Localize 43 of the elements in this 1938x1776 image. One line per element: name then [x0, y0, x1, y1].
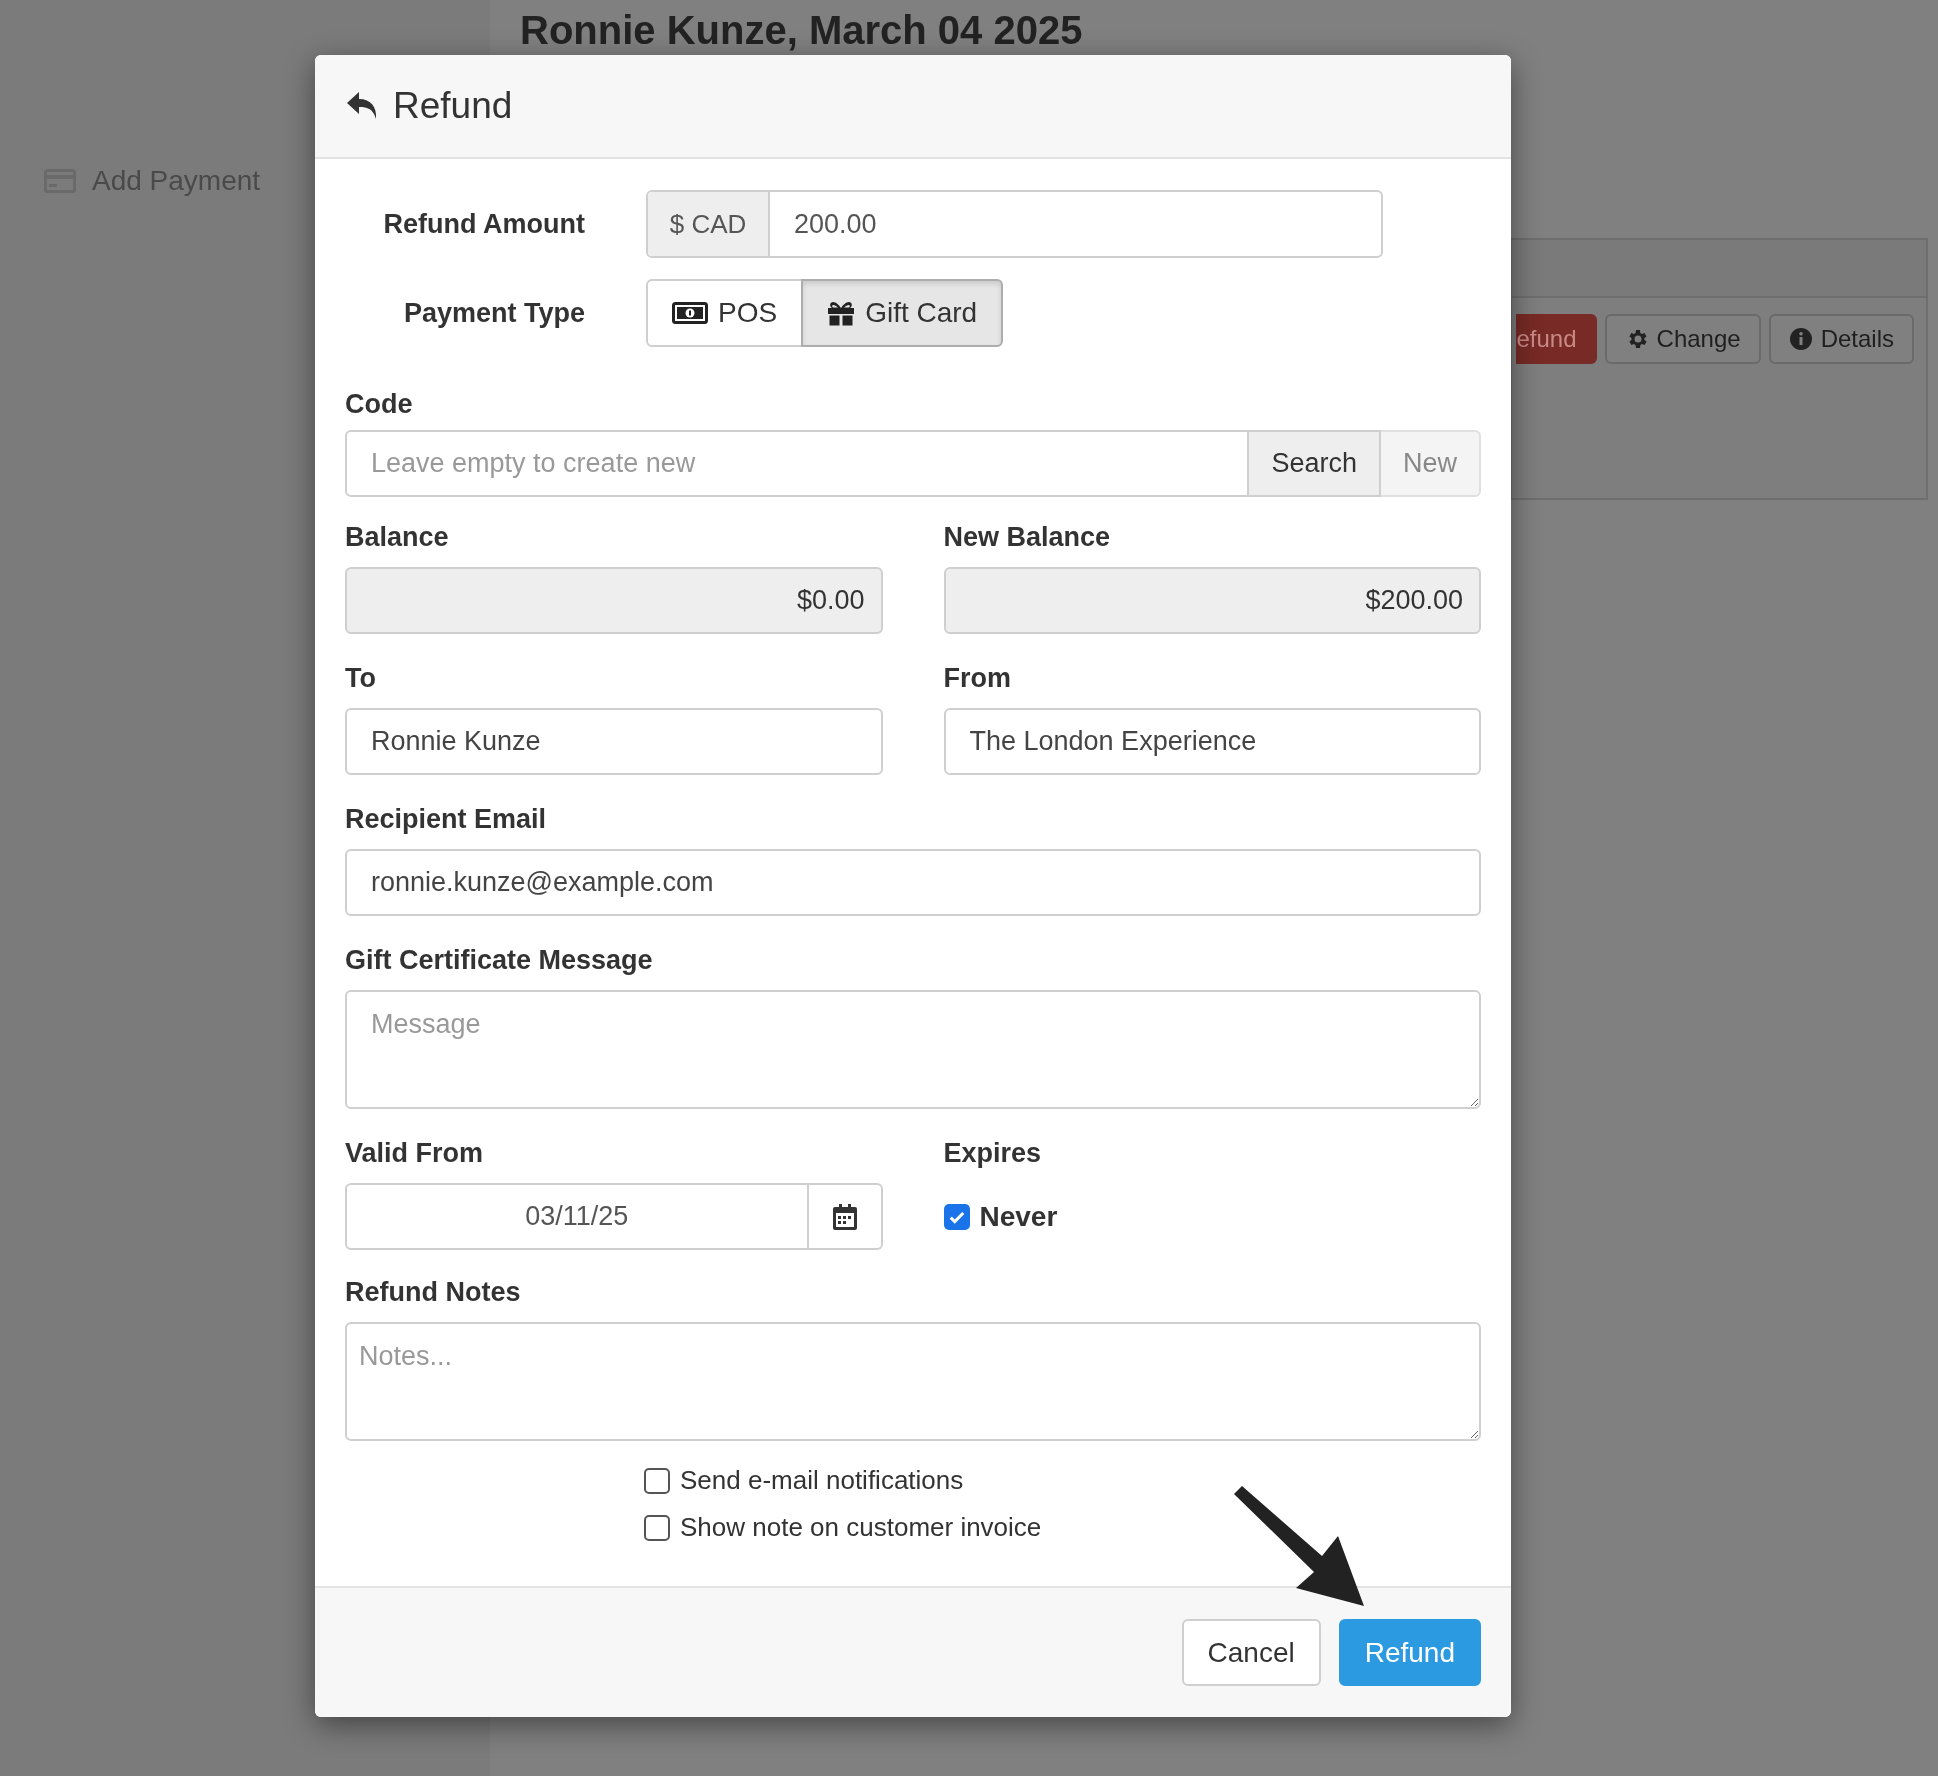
- readonly-field: $200.00: [943, 567, 1481, 634]
- refund-amount-input[interactable]: 200.00: [770, 192, 1381, 256]
- refund-amount-field[interactable]: $ CAD 200.00: [646, 190, 1383, 258]
- page-title: Ronnie Kunze, March 04 2025: [519, 7, 1083, 50]
- field-label: Payment Type: [403, 299, 585, 327]
- date-input[interactable]: 03/11/25: [345, 1183, 809, 1250]
- search-button[interactable]: Search: [1249, 430, 1381, 497]
- field-label: Code: [345, 391, 413, 418]
- currency-addon: $ CAD: [648, 192, 770, 256]
- field-label: Expires: [943, 1140, 1042, 1167]
- email-input[interactable]: ronnie.kunze@example.com: [345, 849, 1481, 916]
- field-label: Gift Certificate Message: [345, 947, 653, 974]
- field-label: From: [943, 665, 1011, 692]
- readonly-field: $0.00: [345, 567, 883, 634]
- to-input[interactable]: Ronnie Kunze: [345, 708, 883, 775]
- field-label: Refund Amount: [383, 210, 585, 238]
- payment-type-option[interactable]: Gift Card: [801, 279, 1004, 347]
- notes-textarea[interactable]: Notes...: [345, 1322, 1481, 1441]
- cancel-button[interactable]: Cancel: [1181, 1619, 1321, 1686]
- checkbox[interactable]: [644, 1467, 670, 1494]
- dialog-title: Refund: [393, 84, 513, 129]
- payment-type-option[interactable]: POS: [646, 279, 804, 347]
- gift-icon: [827, 300, 856, 326]
- field-label: Valid From: [345, 1140, 484, 1167]
- details-button[interactable]: Details: [1768, 314, 1914, 364]
- checkbox-label: Show note on customer invoice: [680, 1511, 1042, 1544]
- from-input[interactable]: The London Experience: [943, 708, 1481, 775]
- code-input[interactable]: Leave empty to create new: [345, 430, 1250, 497]
- message-textarea[interactable]: Message: [345, 990, 1481, 1109]
- field-label: New Balance: [943, 524, 1111, 551]
- field-label: To: [345, 665, 376, 692]
- checkbox-label: Never: [979, 1199, 1058, 1234]
- calendar-button[interactable]: [808, 1183, 883, 1250]
- checkbox[interactable]: [943, 1203, 970, 1230]
- checkbox[interactable]: [644, 1514, 670, 1541]
- change-button[interactable]: Change: [1604, 314, 1761, 364]
- field-label: Refund Notes: [345, 1279, 521, 1306]
- cash-icon: [672, 302, 708, 324]
- checkbox-label: Send e-mail notifications: [680, 1464, 964, 1497]
- calendar-icon: [832, 1203, 857, 1230]
- field-label: Balance: [345, 524, 449, 551]
- info-icon: [1788, 327, 1813, 351]
- field-label: Recipient Email: [345, 806, 547, 833]
